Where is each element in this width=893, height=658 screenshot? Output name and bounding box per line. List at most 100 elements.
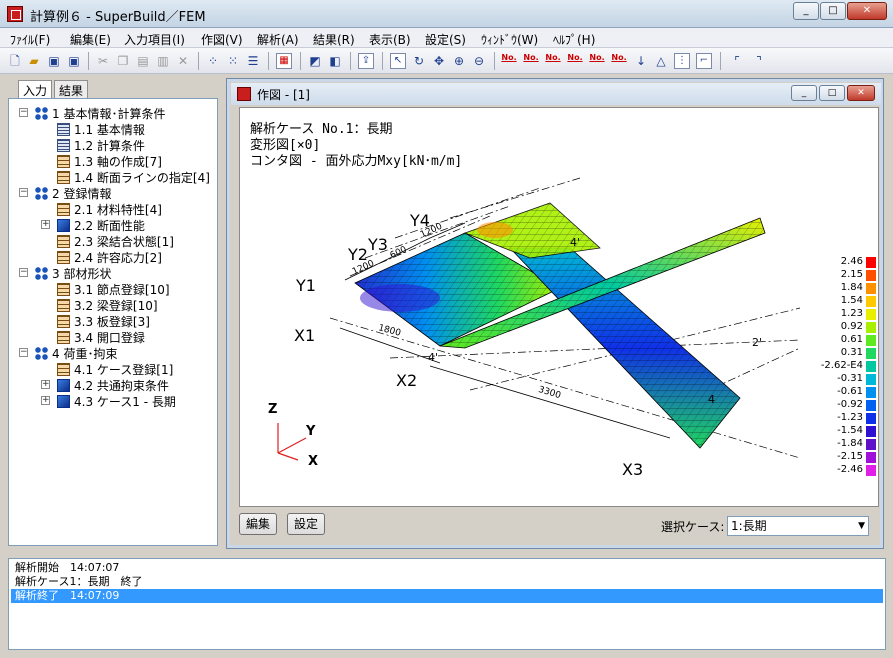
menu-help[interactable]: ﾍﾙﾌﾟ(H) bbox=[553, 31, 595, 48]
drawing-canvas[interactable]: 解析ケース No.1：長期 変形図[×0] コンタ図 - 面外応力Mxy[kN･… bbox=[239, 107, 879, 507]
legend-value: 1.54 bbox=[840, 295, 863, 306]
tree-item[interactable]: 1 基本情報･計算条件 bbox=[35, 105, 165, 121]
tree-item[interactable]: 1.4 断面ラインの指定[4] bbox=[57, 169, 210, 185]
plate-number-icon[interactable]: No. bbox=[588, 53, 606, 71]
menu-draw[interactable]: 作図(V) bbox=[201, 31, 243, 48]
tree-item[interactable]: 4.1 ケース登録[1] bbox=[57, 361, 173, 377]
menu-window[interactable]: ｳｨﾝﾄﾞｳ(W) bbox=[481, 31, 538, 48]
settings-button[interactable]: 設定 bbox=[287, 513, 325, 535]
case-select[interactable]: 1:長期 ▼ bbox=[727, 516, 869, 536]
perspective-icon[interactable]: ◩ bbox=[306, 52, 324, 70]
tree-item[interactable]: 2.3 梁結合状態[1] bbox=[57, 233, 174, 249]
save-icon[interactable]: ▣ bbox=[45, 52, 63, 70]
node-number-icon[interactable]: No. bbox=[500, 53, 518, 71]
tree-item[interactable]: 3.4 開口登録 bbox=[57, 329, 145, 345]
menu-view[interactable]: 表示(B) bbox=[369, 31, 411, 48]
close-button[interactable]: ✕ bbox=[847, 2, 887, 20]
log-line[interactable]: 解析開始 14:07:07 bbox=[15, 561, 119, 575]
delete-icon[interactable]: ✕ bbox=[174, 52, 192, 70]
message-log[interactable]: 解析開始 14:07:07 解析ケース1：長期 終了 解析終了 14:07:09 bbox=[8, 558, 886, 650]
spring-icon[interactable]: ⌐ bbox=[696, 53, 712, 69]
legend-value: -0.31 bbox=[837, 373, 863, 384]
save-all-icon[interactable]: ▣ bbox=[65, 52, 83, 70]
tree-item[interactable]: 2.2 断面性能 bbox=[57, 217, 145, 233]
child-maximize-button[interactable]: □ bbox=[819, 85, 845, 101]
tree-item[interactable]: 2.4 許容応力[2] bbox=[57, 249, 162, 265]
tree-item-label: 2.4 許容応力[2] bbox=[74, 251, 162, 265]
legend-swatch bbox=[866, 387, 876, 398]
table-icon[interactable]: ☰ bbox=[244, 52, 262, 70]
triad-x-label: X bbox=[308, 454, 319, 469]
menu-result[interactable]: 結果(R) bbox=[313, 31, 355, 48]
tree-item[interactable]: 2 登録情報 bbox=[35, 185, 111, 201]
zoom-out-icon[interactable]: ⊖ bbox=[470, 52, 488, 70]
menu-settings[interactable]: 設定(S) bbox=[425, 31, 466, 48]
legend-swatch bbox=[866, 296, 876, 307]
tree-item[interactable]: 4.2 共通拘束条件 bbox=[57, 377, 169, 393]
copy-icon[interactable]: ❐ bbox=[114, 52, 132, 70]
tree-item-label: 1.1 基本情報 bbox=[74, 123, 145, 137]
zoom-in-icon[interactable]: ⊕ bbox=[450, 52, 468, 70]
child-close-button[interactable]: ✕ bbox=[847, 85, 875, 101]
box-3d-icon[interactable]: ◧ bbox=[326, 52, 344, 70]
child-minimize-button[interactable]: _ bbox=[791, 85, 817, 101]
menu-edit[interactable]: 編集(E) bbox=[70, 31, 111, 48]
grid-small-icon[interactable]: ⁘ bbox=[204, 52, 222, 70]
tree-item[interactable]: 3.1 節点登録[10] bbox=[57, 281, 170, 297]
maximize-button[interactable]: □ bbox=[820, 2, 846, 20]
app-icon bbox=[7, 6, 23, 22]
select-icon[interactable]: ↖ bbox=[390, 53, 406, 69]
load-arrow-icon[interactable]: ↓ bbox=[632, 52, 650, 70]
collapse-icon[interactable]: − bbox=[19, 348, 28, 357]
toolbar: 🗋 ▰ ▣ ▣ ✂ ❐ ▤ ▥ ✕ ⁘ ⁙ ☰ ▦ ◩ ◧ ⇪ ↖ ↻ ✥ ⊕ … bbox=[0, 48, 893, 74]
expand-icon[interactable]: + bbox=[41, 396, 50, 405]
expand-icon[interactable]: + bbox=[41, 220, 50, 229]
legend-swatch bbox=[866, 374, 876, 385]
rotate-icon[interactable]: ↻ bbox=[410, 52, 428, 70]
paste-special-icon[interactable]: ▥ bbox=[154, 52, 172, 70]
open-folder-icon[interactable]: ▰ bbox=[25, 52, 43, 70]
tree-item[interactable]: 4.3 ケース1 - 長期 bbox=[57, 393, 176, 409]
group-icon bbox=[35, 187, 48, 200]
beam-end-icon[interactable]: ⌜ bbox=[728, 52, 746, 70]
frame-icon[interactable]: ▦ bbox=[276, 53, 292, 69]
tree-item[interactable]: 3.2 梁登録[10] bbox=[57, 297, 158, 313]
opening-number-icon[interactable]: No. bbox=[610, 53, 628, 71]
element-number-icon[interactable]: No. bbox=[566, 53, 584, 71]
expand-icon[interactable]: + bbox=[41, 380, 50, 389]
section-number-icon[interactable]: No. bbox=[544, 53, 562, 71]
log-line[interactable]: 解析ケース1：長期 終了 bbox=[15, 575, 142, 589]
cut-icon[interactable]: ✂ bbox=[94, 52, 112, 70]
collapse-icon[interactable]: − bbox=[19, 268, 28, 277]
edit-button[interactable]: 編集 bbox=[239, 513, 277, 535]
tree-item-label: 1.2 計算条件 bbox=[74, 139, 145, 153]
tab-result[interactable]: 結果 bbox=[54, 80, 89, 98]
tree-item[interactable]: 3 部材形状 bbox=[35, 265, 111, 281]
new-file-icon[interactable]: 🗋 bbox=[6, 52, 24, 70]
paste-icon[interactable]: ▤ bbox=[134, 52, 152, 70]
tree-item[interactable]: 3.3 板登録[3] bbox=[57, 313, 150, 329]
tab-input[interactable]: 入力 bbox=[18, 80, 53, 98]
collapse-icon[interactable]: − bbox=[19, 108, 28, 117]
menu-analysis[interactable]: 解析(A) bbox=[257, 31, 299, 48]
support-icon[interactable]: △ bbox=[652, 52, 670, 70]
tree-item[interactable]: 1.2 計算条件 bbox=[57, 137, 145, 153]
tree-item[interactable]: 1.1 基本情報 bbox=[57, 121, 145, 137]
beam-end-icon-2[interactable]: ⌝ bbox=[750, 52, 768, 70]
menu-file[interactable]: ﾌｧｲﾙ(F) bbox=[10, 31, 50, 48]
table-icon bbox=[57, 235, 70, 248]
export-icon[interactable]: ⇪ bbox=[358, 53, 374, 69]
tree-item[interactable]: 4 荷重･拘束 bbox=[35, 345, 117, 361]
menu-input[interactable]: 入力項目(I) bbox=[124, 31, 185, 48]
legend-value: -1.54 bbox=[837, 425, 863, 436]
stress-hotspot bbox=[477, 222, 513, 238]
collapse-icon[interactable]: − bbox=[19, 188, 28, 197]
pan-icon[interactable]: ✥ bbox=[430, 52, 448, 70]
dimension-icon[interactable]: ⋮ bbox=[674, 53, 690, 69]
log-line[interactable]: 解析終了 14:07:09 bbox=[11, 589, 883, 603]
member-number-icon[interactable]: No. bbox=[522, 53, 540, 71]
grid-large-icon[interactable]: ⁙ bbox=[224, 52, 242, 70]
minimize-button[interactable]: _ bbox=[793, 2, 819, 20]
tree-item[interactable]: 2.1 材料特性[4] bbox=[57, 201, 162, 217]
tree-item[interactable]: 1.3 軸の作成[7] bbox=[57, 153, 162, 169]
